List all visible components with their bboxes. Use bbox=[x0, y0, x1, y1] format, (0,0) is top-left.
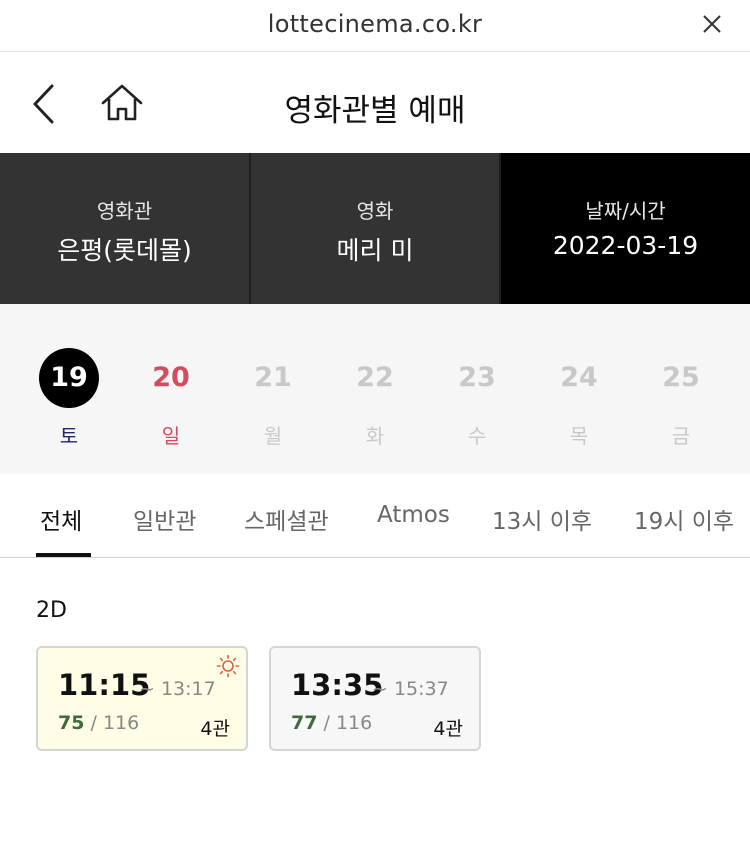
movie-label: 영화 bbox=[356, 199, 394, 223]
date-weekday: 수 bbox=[467, 424, 487, 448]
date-weekday: 일 bbox=[161, 424, 181, 448]
date-number: 24 bbox=[560, 362, 598, 393]
hall-label: 4관 bbox=[433, 718, 463, 740]
date-weekday: 화 bbox=[365, 424, 385, 448]
filter-tabs: 전체 일반관 스페셜관 Atmos 13시 이후 19시 이후 bbox=[0, 474, 750, 558]
showtime-card[interactable]: 13:35 ~ 15:37 77 / 116 4관 bbox=[269, 646, 481, 751]
format-heading: 2D bbox=[36, 598, 67, 623]
theater-value: 은평(롯데몰) bbox=[57, 236, 192, 265]
active-tab-indicator bbox=[36, 553, 91, 557]
date-weekday: 월 bbox=[263, 424, 283, 448]
date-item[interactable]: 19 토 bbox=[29, 348, 109, 449]
browser-url-bar: lottecinema.co.kr bbox=[0, 0, 750, 52]
showtime-start: 11:15 bbox=[58, 668, 151, 702]
movie-value: 메리 미 bbox=[336, 236, 414, 265]
date-number: 19 bbox=[39, 348, 99, 408]
date-item: 24 목 bbox=[539, 348, 619, 449]
booking-selector: 영화관 은평(롯데몰) 영화 메리 미 날짜/시간 2022-03-19 bbox=[0, 153, 750, 304]
sun-icon bbox=[216, 654, 240, 678]
hall-label: 4관 bbox=[200, 718, 230, 740]
date-weekday: 목 bbox=[569, 424, 589, 448]
showtime-start: 13:35 bbox=[291, 668, 384, 702]
showtime-card[interactable]: 11:15 ~ 13:17 75 / 116 4관 bbox=[36, 646, 248, 751]
showtime-end: ~ 13:17 bbox=[139, 678, 216, 700]
tab-after-19[interactable]: 19시 이후 bbox=[634, 502, 734, 536]
tab-all[interactable]: 전체 bbox=[40, 502, 82, 536]
seat-count: 75 / 116 bbox=[58, 712, 139, 734]
theater-selector[interactable]: 영화관 은평(롯데몰) bbox=[0, 153, 249, 304]
tab-atmos[interactable]: Atmos bbox=[377, 502, 450, 528]
end-time: 15:37 bbox=[393, 678, 449, 700]
date-item: 21 월 bbox=[233, 348, 313, 449]
end-time: 13:17 bbox=[160, 678, 216, 700]
date-number: 22 bbox=[356, 362, 394, 393]
movie-selector[interactable]: 영화 메리 미 bbox=[249, 153, 499, 304]
date-weekday: 금 bbox=[671, 424, 691, 448]
date-number: 20 bbox=[152, 362, 190, 393]
theater-label: 영화관 bbox=[96, 199, 153, 223]
date-item: 23 수 bbox=[437, 348, 517, 449]
tab-standard[interactable]: 일반관 bbox=[133, 502, 196, 536]
datetime-selector[interactable]: 날짜/시간 2022-03-19 bbox=[499, 153, 750, 304]
date-number: 21 bbox=[254, 362, 292, 393]
date-item: 25 금 bbox=[641, 348, 721, 449]
date-weekday: 토 bbox=[59, 424, 79, 448]
date-number: 25 bbox=[662, 362, 700, 393]
datetime-value: 2022-03-19 bbox=[552, 231, 699, 260]
tab-after-13[interactable]: 13시 이후 bbox=[492, 502, 592, 536]
time-separator: ~ bbox=[372, 678, 388, 700]
time-separator: ~ bbox=[139, 678, 155, 700]
date-item: 22 화 bbox=[335, 348, 415, 449]
page-header: 영화관별 예매 bbox=[0, 53, 750, 153]
url-text: lottecinema.co.kr bbox=[267, 10, 483, 38]
seats-available: 77 bbox=[291, 712, 318, 734]
date-item[interactable]: 20 일 bbox=[131, 348, 211, 449]
date-strip: 19 토 20 일 21 월 22 화 23 수 24 목 25 금 bbox=[0, 304, 750, 474]
page-title: 영화관별 예매 bbox=[284, 93, 466, 129]
seat-count: 77 / 116 bbox=[291, 712, 372, 734]
close-icon[interactable] bbox=[702, 14, 722, 34]
seats-available: 75 bbox=[58, 712, 85, 734]
seats-total: / 116 bbox=[90, 712, 140, 734]
datetime-label: 날짜/시간 bbox=[585, 199, 666, 223]
seats-total: / 116 bbox=[323, 712, 373, 734]
showtime-end: ~ 15:37 bbox=[372, 678, 449, 700]
date-number: 23 bbox=[458, 362, 496, 393]
tab-special[interactable]: 스페셜관 bbox=[244, 502, 329, 536]
